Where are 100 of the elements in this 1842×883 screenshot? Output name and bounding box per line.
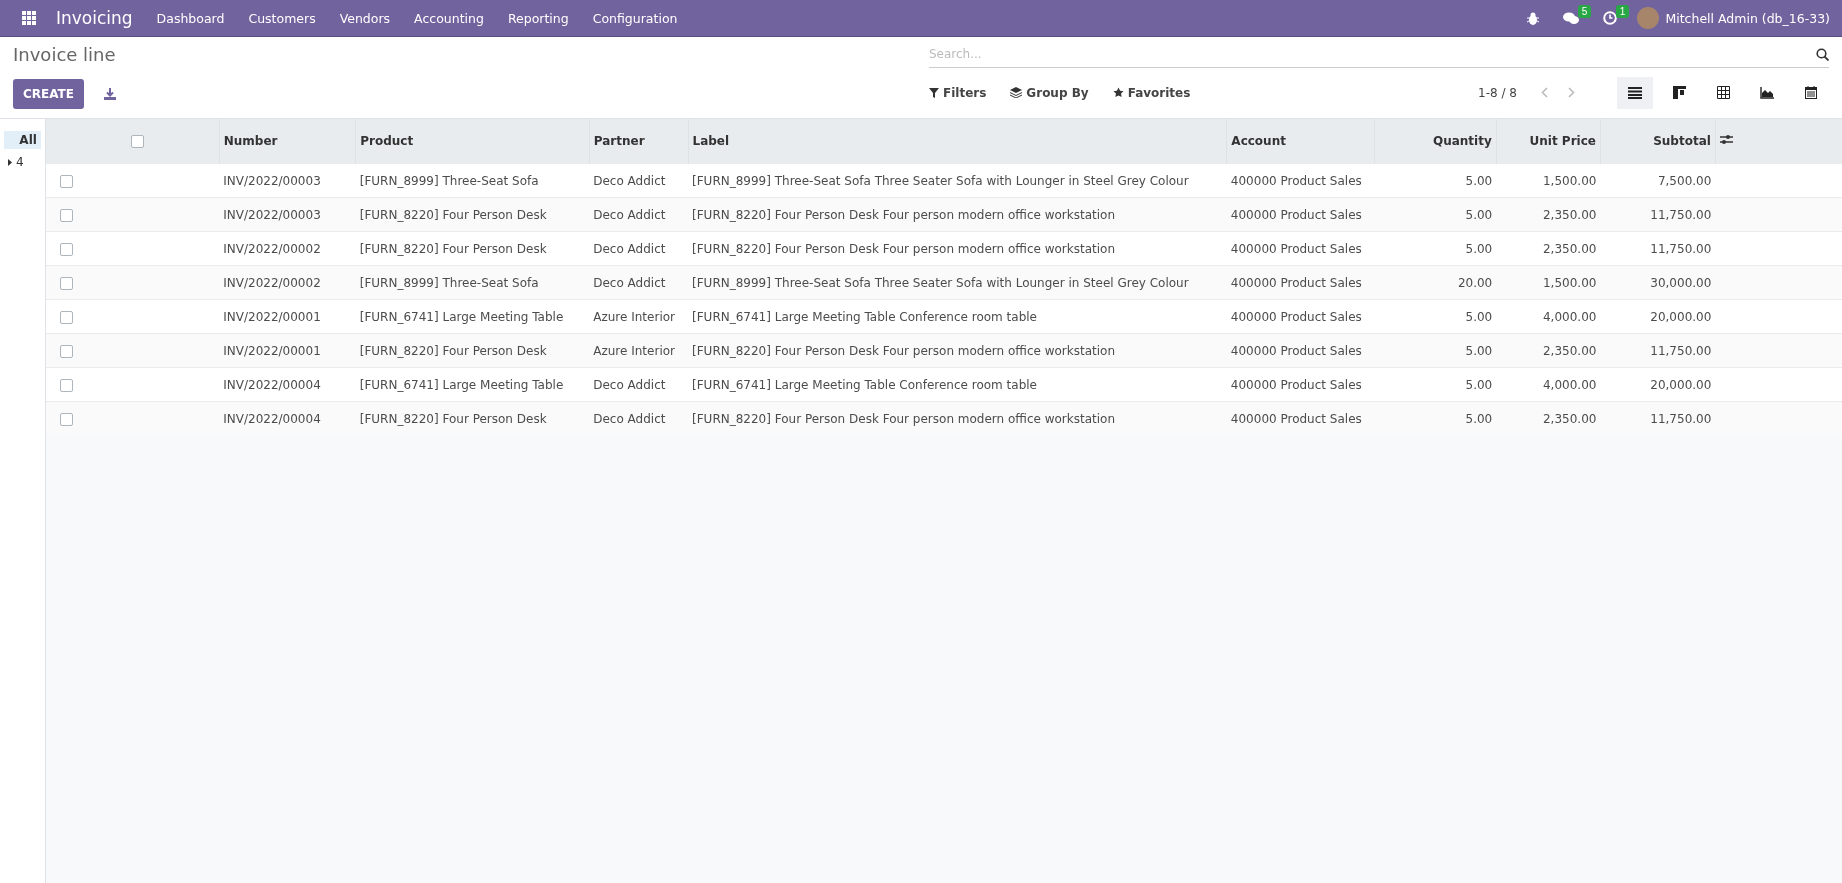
filter-icon (929, 87, 939, 98)
bug-icon (1527, 11, 1540, 25)
table-cell: INV/2022/00001 (219, 333, 356, 368)
create-button[interactable]: CREATE (13, 78, 84, 109)
table-cell: [FURN_8999] Three-Seat Sofa Three Seater Sofa with Lounger in Steel Grey Colour (688, 265, 1227, 300)
table-cell: Deco Addict (589, 265, 688, 300)
row-checkbox[interactable] (59, 310, 73, 324)
row-checkbox[interactable] (59, 208, 73, 222)
row-checkbox[interactable] (59, 276, 73, 290)
chevron-left-icon (1541, 87, 1548, 98)
table-cell: 5.00 (1374, 231, 1497, 266)
search-icon (1816, 47, 1829, 61)
column-header[interactable]: Product (355, 119, 590, 164)
app-name[interactable]: Invoicing (56, 8, 133, 28)
count-badge: 5 (1577, 4, 1592, 18)
table-cell: 30,000.00 (1600, 265, 1716, 300)
select-all-checkbox[interactable] (130, 135, 144, 148)
table-cell: 400000 Product Sales (1226, 401, 1375, 435)
table-cell: Deco Addict (589, 197, 688, 232)
nav-menu-item[interactable]: Reporting (495, 0, 581, 37)
table-cell: 1,500.00 (1496, 163, 1601, 198)
layers-icon (1010, 87, 1023, 98)
chevron-right-icon (1568, 87, 1575, 98)
table-cell: Deco Addict (589, 163, 688, 198)
view-switch-button[interactable] (1617, 76, 1653, 109)
caret-icon (8, 158, 12, 166)
table-cell: 5.00 (1374, 401, 1497, 435)
table-cell: 20,000.00 (1600, 367, 1716, 402)
table-cell: [FURN_6741] Large Meeting Table (355, 367, 590, 402)
nav-menu-item[interactable]: Accounting (402, 0, 496, 37)
favorites-button[interactable]: Favorites (1104, 85, 1199, 100)
table-cell: [FURN_8220] Four Person Desk Four person modern office workstation (688, 333, 1227, 368)
table-cell: 7,500.00 (1600, 163, 1716, 198)
column-header[interactable]: Unit Price (1496, 119, 1601, 164)
column-header[interactable]: Quantity (1374, 119, 1497, 164)
group-by-button[interactable]: Group By (1002, 85, 1097, 100)
nav-menu-item[interactable]: Configuration (580, 0, 690, 37)
table-cell: 2,350.00 (1496, 231, 1601, 266)
table-cell: INV/2022/00003 (219, 197, 356, 232)
table-cell: 400000 Product Sales (1226, 367, 1375, 402)
pager-value[interactable]: 1-8 / 8 (1478, 85, 1517, 100)
table-cell: [FURN_6741] Large Meeting Table Conference room table (688, 299, 1227, 334)
optional-columns-icon[interactable] (1719, 134, 1733, 145)
table-cell: 400000 Product Sales (1226, 333, 1375, 368)
column-header[interactable]: Account (1226, 119, 1375, 164)
table-cell: INV/2022/00002 (219, 231, 356, 266)
table-cell: INV/2022/00004 (219, 401, 356, 435)
table-cell: 11,750.00 (1600, 231, 1716, 266)
area-chart-icon (1760, 86, 1774, 99)
table-cell: INV/2022/00001 (219, 299, 356, 334)
chat-icon (1563, 11, 1580, 25)
calendar-icon (1805, 86, 1817, 99)
table-cell: [FURN_8999] Three-Seat Sofa (355, 163, 590, 198)
row-checkbox[interactable] (59, 378, 73, 392)
side-panel-item[interactable]: 4 (4, 153, 41, 171)
table-view-icon (1716, 86, 1730, 99)
table-cell: [FURN_8999] Three-Seat Sofa (355, 265, 590, 300)
table-cell: 4,000.00 (1496, 299, 1601, 334)
table-cell: [FURN_8220] Four Person Desk Four person modern office workstation (688, 231, 1227, 266)
nav-menu-item[interactable]: Customers (236, 0, 328, 37)
table-cell: [FURN_8220] Four Person Desk Four person modern office workstation (688, 197, 1227, 232)
table-cell: 2,350.00 (1496, 401, 1601, 435)
column-header[interactable]: Partner (589, 119, 688, 164)
grid-icon (22, 11, 36, 25)
table-cell: 1,500.00 (1496, 265, 1601, 300)
table-cell: [FURN_6741] Large Meeting Table (355, 299, 590, 334)
filters-button[interactable]: Filters (921, 85, 995, 100)
table-cell: Deco Addict (589, 401, 688, 435)
row-checkbox[interactable] (59, 242, 73, 256)
table-cell: 400000 Product Sales (1226, 163, 1375, 198)
table-cell: Deco Addict (589, 367, 688, 402)
table-cell: 20,000.00 (1600, 299, 1716, 334)
column-header[interactable]: Subtotal (1600, 119, 1716, 164)
table-cell: Deco Addict (589, 231, 688, 266)
table-cell: [FURN_6741] Large Meeting Table Conference room table (688, 367, 1227, 402)
column-header[interactable]: Label (688, 119, 1227, 164)
table-cell: 5.00 (1374, 163, 1497, 198)
row-checkbox[interactable] (59, 412, 73, 426)
table-cell: 11,750.00 (1600, 401, 1716, 435)
table-cell: Azure Interior (589, 333, 688, 368)
table-cell: [FURN_8220] Four Person Desk (355, 401, 590, 435)
table-cell: 400000 Product Sales (1226, 299, 1375, 334)
page-title: Invoice line (13, 43, 117, 67)
list-view-icon (1628, 86, 1642, 99)
table-cell: 400000 Product Sales (1226, 231, 1375, 266)
side-panel-item[interactable]: All (4, 131, 41, 149)
row-checkbox[interactable] (59, 344, 73, 358)
user-menu[interactable]: Mitchell Admin (db_16-33) (1629, 7, 1832, 29)
column-header[interactable]: Number (219, 119, 356, 164)
table-cell: 400000 Product Sales (1226, 197, 1375, 232)
table-cell: 2,350.00 (1496, 333, 1601, 368)
row-checkbox[interactable] (59, 174, 73, 188)
table-cell: Azure Interior (589, 299, 688, 334)
nav-menu-item[interactable]: Vendors (327, 0, 403, 37)
table-cell: 5.00 (1374, 333, 1497, 368)
table-cell: 20.00 (1374, 265, 1497, 300)
table-cell: 400000 Product Sales (1226, 265, 1375, 300)
nav-menu-item[interactable]: Dashboard (144, 0, 237, 37)
table-cell: 5.00 (1374, 197, 1497, 232)
table-cell: [FURN_8220] Four Person Desk (355, 197, 590, 232)
